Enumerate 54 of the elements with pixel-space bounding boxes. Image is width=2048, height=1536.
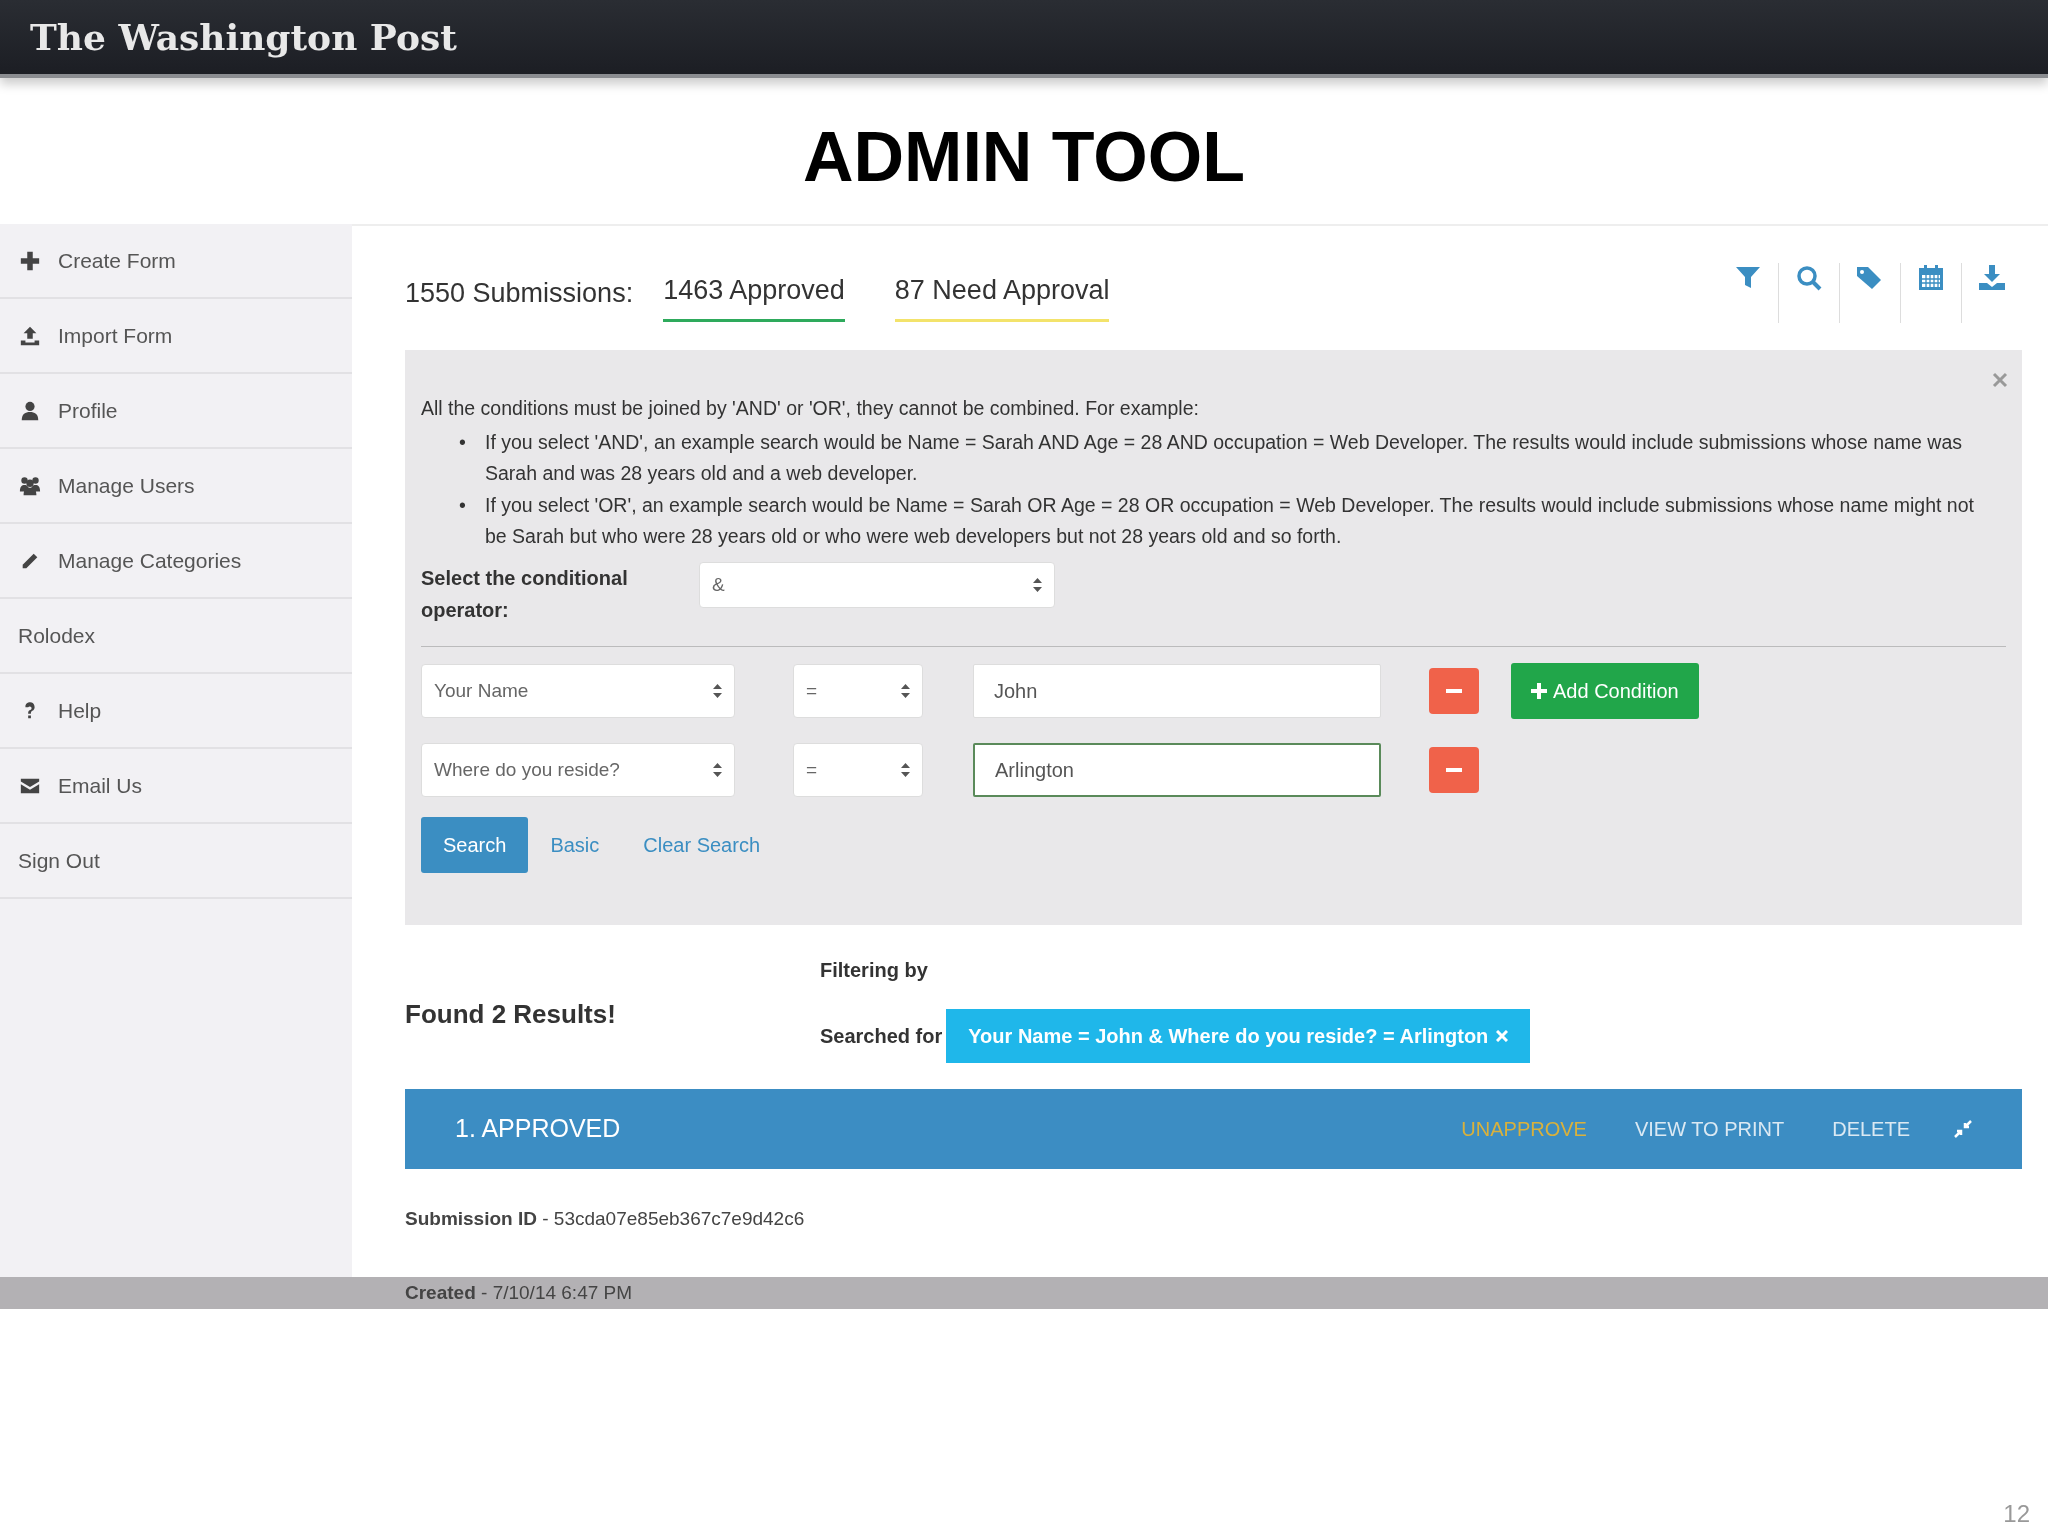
sidebar-item[interactable]: Rolodex [0, 599, 352, 674]
submission-count: 1550 Submissions: [405, 276, 634, 310]
filter-label: Filtering by [820, 958, 929, 983]
close-icon[interactable] [1992, 372, 2008, 388]
field-select[interactable]: Your Name [421, 664, 735, 718]
value-field[interactable]: John [973, 664, 1381, 718]
sidebar-item[interactable]: Email Us [0, 749, 352, 824]
results-heading: Found 2 Results! [405, 998, 617, 1031]
count-tab[interactable]: 1463 Approved [663, 264, 845, 322]
operator-select[interactable]: = [793, 664, 923, 718]
minus-icon [1446, 768, 1462, 772]
sidebar-item[interactable]: Manage Categories [0, 524, 352, 599]
remove-condition-button[interactable] [1429, 747, 1479, 793]
sort-arrows-icon [713, 684, 722, 698]
submission-title: 1. APPROVED [455, 1113, 621, 1145]
sidebar-item[interactable]: Profile [0, 374, 352, 449]
sort-arrows-icon [713, 763, 722, 777]
created-date: Created - 7/10/14 6:47 PM [405, 1280, 633, 1305]
download-icon[interactable] [1977, 263, 2007, 293]
sidebar-item[interactable]: Manage Users [0, 449, 352, 524]
sidebar-item[interactable]: Create Form [0, 224, 352, 299]
close-icon [1496, 1030, 1509, 1042]
sidebar-item[interactable]: Help [0, 674, 352, 749]
logo: The Washington Post [30, 15, 457, 60]
sort-arrows-icon [901, 684, 910, 698]
operator-select[interactable]: = [793, 743, 923, 797]
search-icon[interactable] [1794, 263, 1824, 293]
search-label: Searched for [820, 1024, 943, 1049]
remove-condition-button[interactable] [1429, 668, 1479, 714]
example-item: If you select 'AND', an example search would be Name = Sarah AND Age = 28 AND occupation = Web Developer. The results would include submissions whose name was Sarah and was 28 years old and a web developer. [485, 430, 1964, 487]
page-number: 12 [2003, 1499, 2030, 1529]
sidebar-item[interactable]: Import Form [0, 299, 352, 374]
sort-arrows-icon [901, 763, 910, 777]
sort-arrows-icon [1033, 578, 1042, 592]
bullet: • [459, 430, 467, 456]
field-select[interactable]: Where do you reside? [421, 743, 735, 797]
users-icon [18, 474, 42, 497]
submission-id: Submission ID - 53cda07e85eb367c7e9d42c6 [405, 1207, 806, 1231]
operator-label: Select the conditional operator: [421, 566, 629, 623]
compress-icon[interactable] [1954, 1120, 1972, 1138]
plus-icon [1531, 683, 1547, 699]
minus-icon [1446, 689, 1462, 693]
slide-title: ADMIN TOOL [802, 122, 1246, 192]
count-tab[interactable]: 87 Need Approval [894, 264, 1110, 322]
calendar-icon[interactable] [1916, 263, 1946, 293]
value-field[interactable]: Arlington [973, 743, 1381, 797]
bullet: • [459, 492, 467, 518]
example-item: If you select 'OR', an example search would be Name = Sarah OR Age = 28 OR occupation = Web Developer. The results would include submissions whose name might not be Sarah but who were 28 years old or who were web developers but not 28 years old and so forth. [485, 492, 1975, 549]
sidebar-item[interactable]: Sign Out [0, 824, 352, 899]
operator-select[interactable]: & [699, 562, 1055, 608]
plus-icon [18, 249, 42, 272]
upload-icon [18, 324, 42, 347]
help-text: All the conditions must be joined by 'AND' or 'OR', they cannot be combined. For example: [421, 396, 1200, 421]
search-button[interactable]: Search [421, 817, 529, 873]
